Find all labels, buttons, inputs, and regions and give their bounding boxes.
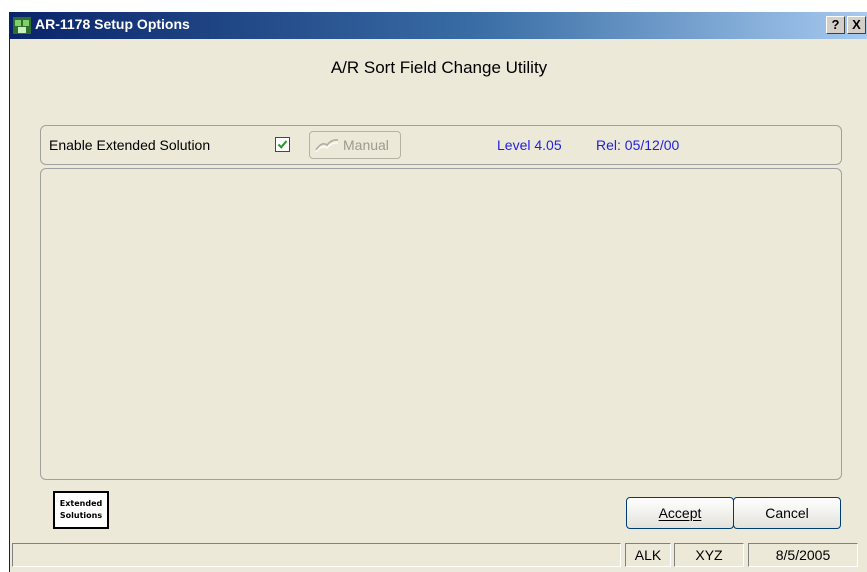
logo-line-1: Extended <box>59 499 103 508</box>
status-bar: ALK XYZ 8/5/2005 <box>10 537 867 572</box>
cancel-button[interactable]: Cancel <box>733 497 841 529</box>
status-date: 8/5/2005 <box>748 543 858 567</box>
accept-button-label: Accept <box>658 505 702 521</box>
level-text: Level 4.05 <box>497 137 562 153</box>
page-title: A/R Sort Field Change Utility <box>330 58 548 77</box>
close-icon: X <box>852 17 861 32</box>
logo-line-2: Solutions <box>59 511 103 520</box>
cancel-button-label: Cancel <box>765 505 809 521</box>
accept-button[interactable]: Accept <box>626 497 734 529</box>
help-button[interactable]: ? <box>826 16 845 34</box>
content-panel <box>40 168 842 480</box>
status-message <box>12 543 621 567</box>
manual-button[interactable]: Manual <box>309 131 401 159</box>
setup-options-window: AR-1178 Setup Options ? X A/R Sort Field… <box>9 12 867 572</box>
close-button[interactable]: X <box>847 16 866 34</box>
manual-book-icon <box>315 139 339 153</box>
title-bar[interactable]: AR-1178 Setup Options ? X <box>10 12 867 39</box>
help-icon: ? <box>831 17 840 32</box>
enable-extended-solution-checkbox[interactable] <box>275 137 290 152</box>
app-icon <box>13 17 31 34</box>
options-panel: Enable Extended Solution Manual Level 4.… <box>40 125 842 165</box>
window-title: AR-1178 Setup Options <box>35 16 190 32</box>
status-user: XYZ <box>674 543 744 567</box>
extended-solutions-logo: Extended Solutions <box>53 491 109 529</box>
enable-extended-solution-label: Enable Extended Solution <box>49 137 211 153</box>
release-text: Rel: 05/12/00 <box>596 137 680 153</box>
status-company: ALK <box>625 543 671 567</box>
manual-button-label: Manual <box>343 137 389 153</box>
checkmark-icon <box>277 140 288 149</box>
